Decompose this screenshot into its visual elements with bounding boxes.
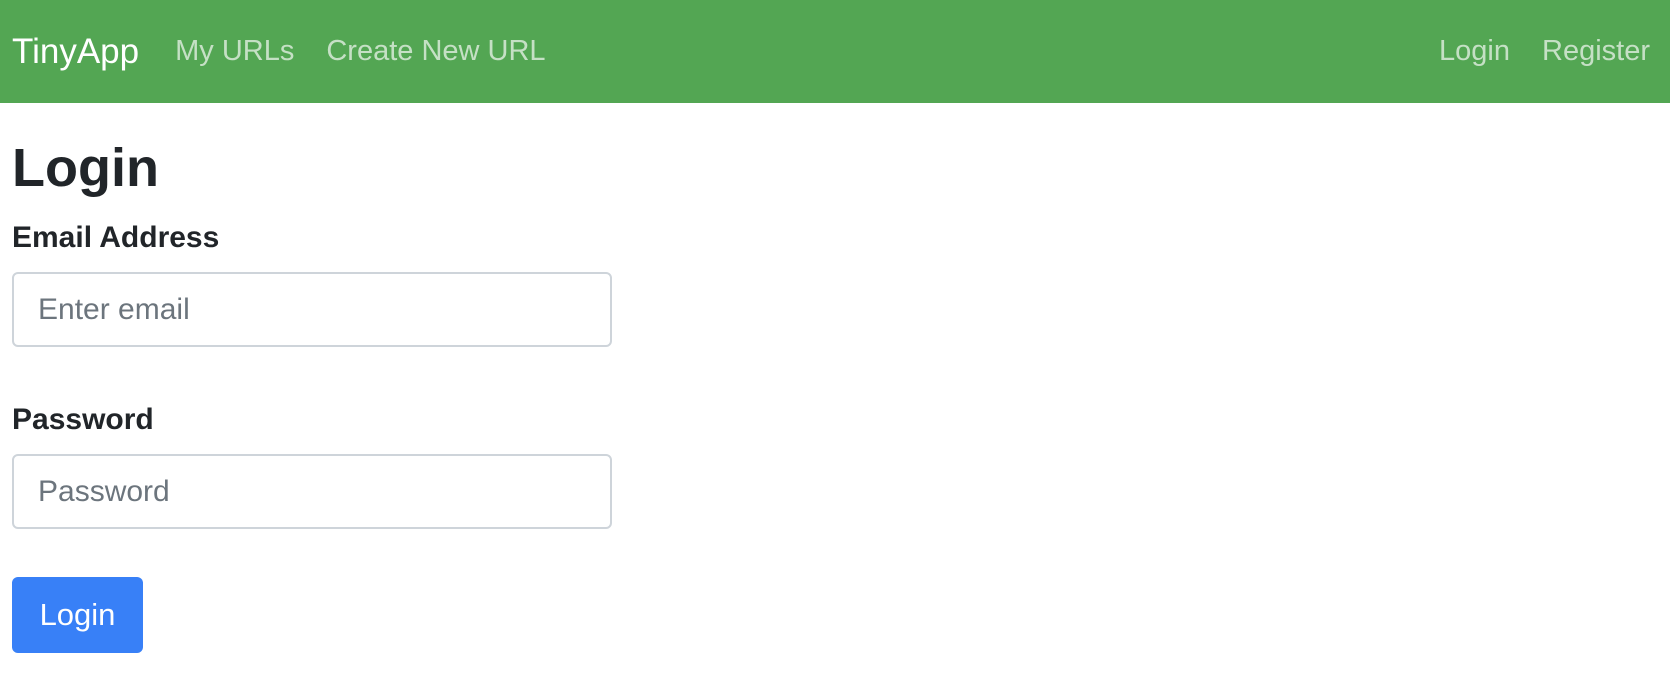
- email-group: Email Address: [12, 221, 1658, 347]
- login-button[interactable]: Login: [12, 577, 143, 653]
- login-form: Email Address Password Login: [12, 221, 1658, 653]
- nav-link-my-urls[interactable]: My URLs: [175, 37, 294, 66]
- brand-link[interactable]: TinyApp: [12, 34, 139, 69]
- nav-left: My URLs Create New URL: [175, 37, 561, 66]
- nav-link-create-new-url[interactable]: Create New URL: [326, 37, 545, 66]
- email-label: Email Address: [12, 221, 220, 254]
- nav-right: Login Register: [1423, 37, 1658, 66]
- navbar: TinyApp My URLs Create New URL Login Reg…: [0, 0, 1670, 103]
- page-title: Login: [12, 138, 159, 198]
- nav-link-login[interactable]: Login: [1439, 37, 1510, 66]
- password-group: Password: [12, 403, 1658, 529]
- password-input[interactable]: [12, 454, 612, 529]
- nav-link-register[interactable]: Register: [1542, 37, 1650, 66]
- email-input[interactable]: [12, 272, 612, 347]
- password-label: Password: [12, 403, 154, 436]
- main-content: Login Email Address Password Login: [0, 141, 1670, 653]
